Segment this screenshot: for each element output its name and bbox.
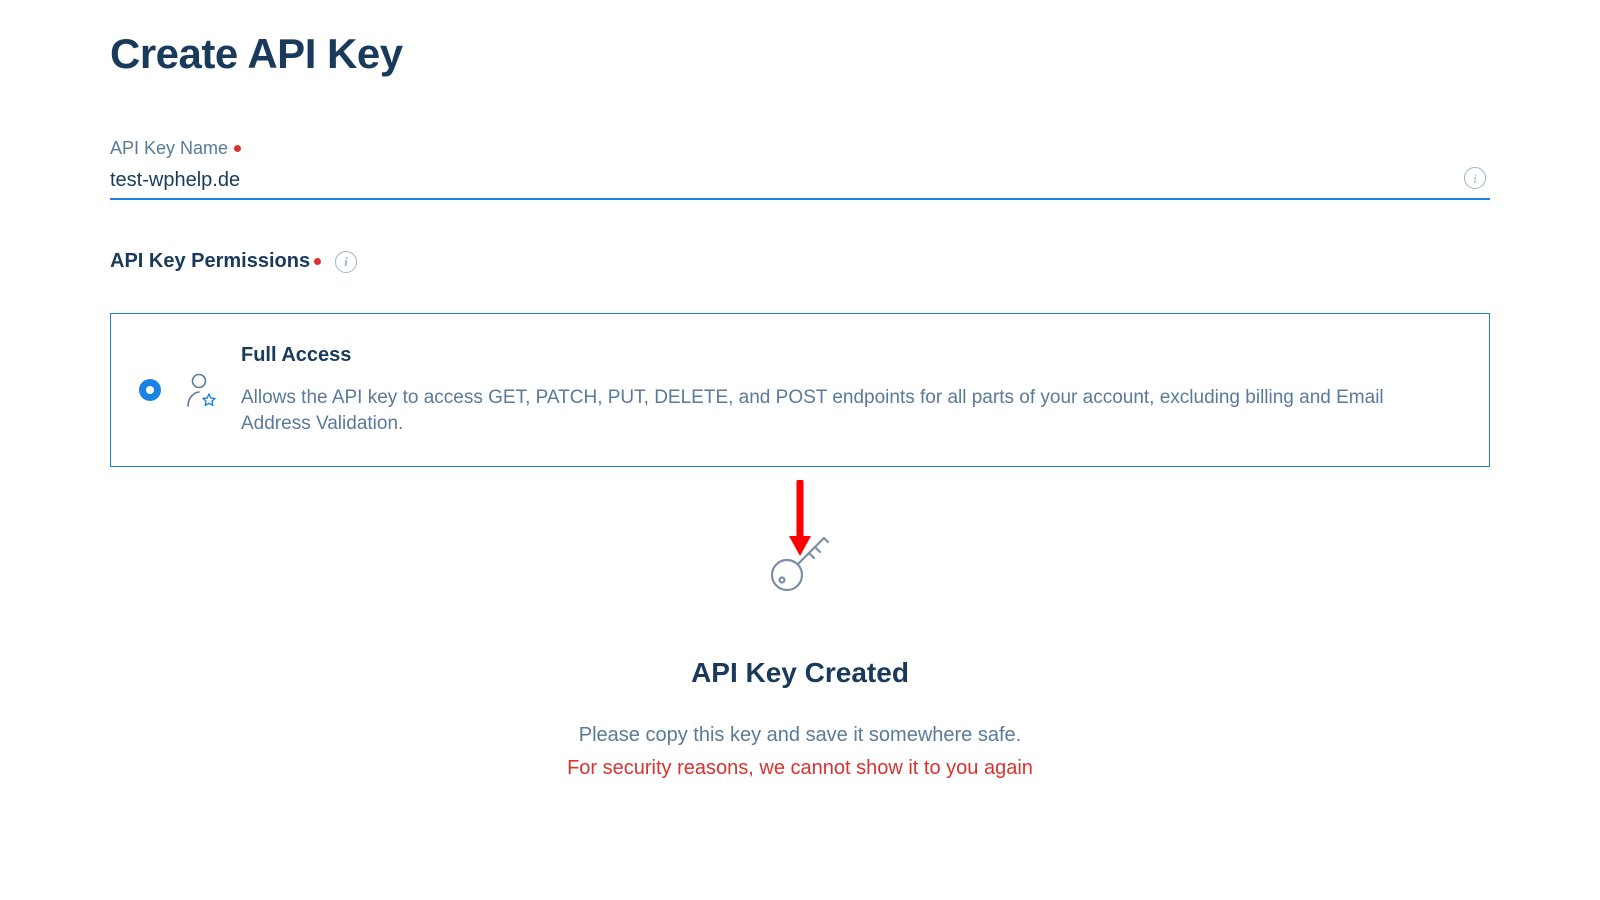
user-star-icon [185, 372, 217, 408]
api-key-name-input[interactable] [110, 163, 1490, 200]
created-copy-text: Please copy this key and save it somewhe… [110, 724, 1490, 747]
permission-option-full-access[interactable]: Full Access Allows the API key to access… [110, 313, 1490, 467]
page-title: Create API Key [110, 30, 1490, 78]
api-key-name-field: API Key Name i [110, 138, 1490, 200]
permissions-section-label: API Key Permissions i [110, 250, 357, 273]
permission-option-title: Full Access [241, 344, 1449, 367]
api-key-name-label: API Key Name [110, 138, 241, 159]
api-key-created-section: API Key Created Please copy this key and… [110, 527, 1490, 780]
info-icon[interactable]: i [335, 251, 357, 273]
created-title: API Key Created [110, 657, 1490, 689]
key-icon [765, 527, 835, 597]
permission-option-description: Allows the API key to access GET, PATCH,… [241, 385, 1449, 436]
permissions-label-text: API Key Permissions [110, 250, 310, 273]
radio-selected-icon[interactable] [139, 379, 161, 401]
info-icon[interactable]: i [1464, 167, 1486, 189]
required-indicator-icon [314, 258, 321, 265]
api-key-name-label-text: API Key Name [110, 138, 228, 159]
created-warning-text: For security reasons, we cannot show it … [110, 757, 1490, 780]
required-indicator-icon [234, 145, 241, 152]
